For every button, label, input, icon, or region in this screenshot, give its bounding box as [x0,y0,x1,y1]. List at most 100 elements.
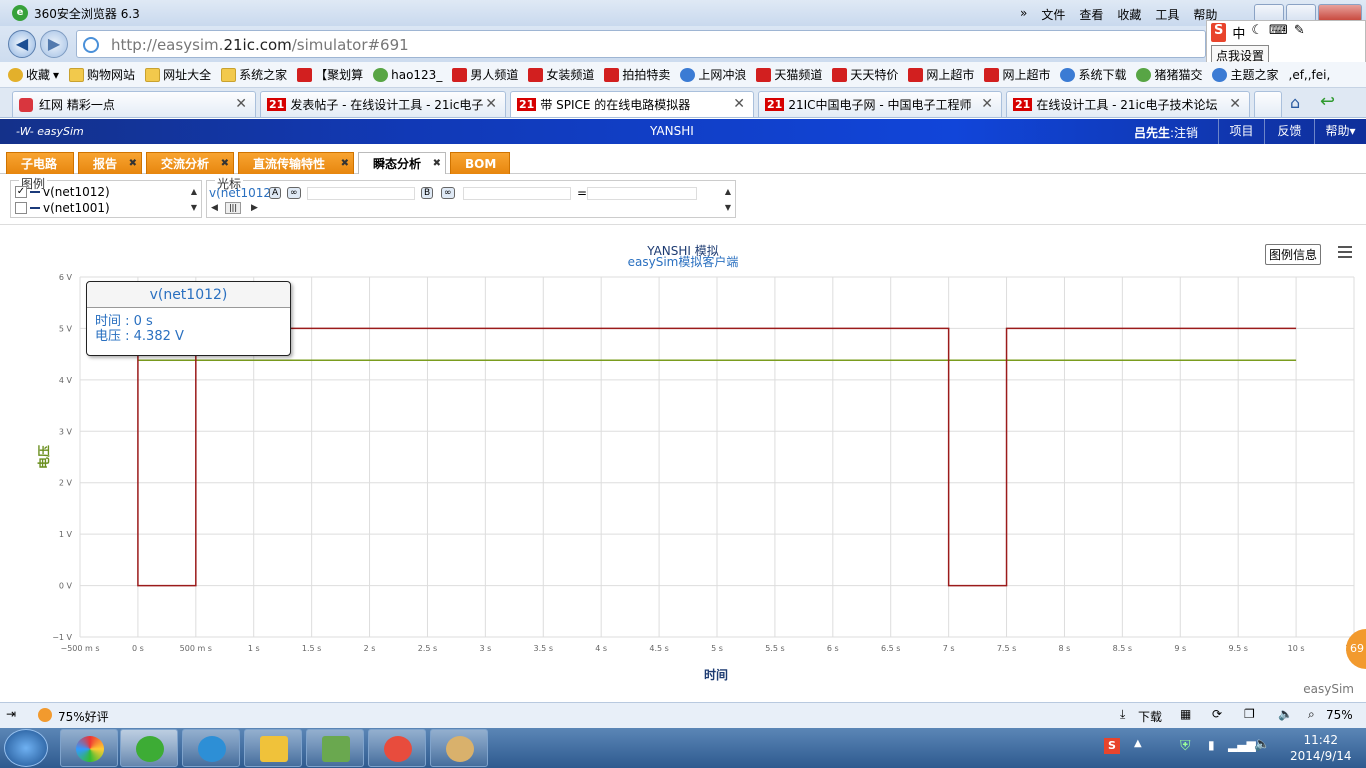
favorites-item[interactable]: 天猫频道 [756,66,822,83]
cursor-a-button[interactable]: A [269,187,282,199]
ime-keyboard-icon[interactable]: ⌨ [1269,23,1288,42]
chart-menu-icon[interactable] [1338,246,1352,258]
browser-tab[interactable]: 21 在线设计工具 - 21ic电子技术论坛 ✕ [1006,91,1250,117]
favorites-item[interactable]: 上网冲浪 [680,66,746,83]
scroll-down-icon[interactable]: ▼ [725,203,731,212]
favorites-item[interactable]: 猪猪猫交 [1136,66,1202,83]
zoom-level[interactable]: 75% [1326,708,1353,722]
favorites-item[interactable]: 购物网站 [69,66,135,83]
tab-report[interactable]: 报告 ✖ [78,152,142,174]
favorites-item[interactable]: 网上超市 [908,66,974,83]
cursor-a-link-icon[interactable]: ∞ [287,187,301,199]
volume-icon[interactable]: 🔈 [1278,707,1293,721]
menu-tools[interactable]: 工具 [1155,6,1179,23]
nav-projects[interactable]: 项目 [1218,119,1264,144]
favorites-item[interactable]: ,ef,,fei, [1289,68,1331,82]
scroll-right-icon[interactable]: ▶ [251,203,258,213]
scroll-left-icon[interactable]: ◀ [211,203,218,213]
refresh-icon[interactable]: ⟳ [1212,707,1222,721]
tab-close-icon[interactable]: ✕ [981,96,993,112]
taskbar-app[interactable] [60,729,118,767]
tab-dc-transfer[interactable]: 直流传输特性 ✖ [238,152,354,174]
favorites-item[interactable]: 【聚划算 [297,66,363,83]
scroll-down-icon[interactable]: ▼ [191,203,197,212]
ime-tray-icon[interactable]: S [1104,738,1120,754]
browser-tab[interactable]: 红网 精彩一点 ✕ [12,91,256,117]
menu-favorites[interactable]: 收藏 [1117,6,1141,23]
taskbar-app[interactable] [368,729,426,767]
back-button[interactable]: ◀ [8,30,36,58]
clock[interactable]: 11:42 2014/9/14 [1290,732,1352,764]
battery-icon[interactable]: ▮ [1208,738,1215,752]
favorites-item[interactable]: 男人频道 [452,66,518,83]
favorites-item[interactable]: 网上超市 [984,66,1050,83]
favorites-item[interactable]: 系统下载 [1060,66,1126,83]
start-button[interactable] [4,729,48,767]
menu-view[interactable]: 查看 [1079,6,1103,23]
legend-item[interactable]: v(net1001) [15,201,110,215]
ime-mode[interactable]: 中 [1232,23,1245,42]
download-icon[interactable]: ⤓ [1120,707,1125,722]
legend-info-button[interactable]: 图例信息 [1265,244,1322,265]
tab-transient-analysis[interactable]: 瞬态分析 ✖ [358,152,446,174]
scroll-up-icon[interactable]: ▲ [191,187,197,196]
browser-tab-active[interactable]: 21 带 SPICE 的在线电路模拟器 ✕ [510,91,754,117]
speaker-icon[interactable]: 🔈 [1254,737,1270,752]
nav-help[interactable]: 帮助▾ [1314,119,1366,144]
download-label[interactable]: 下载 [1138,708,1162,725]
favorites-item[interactable]: 网址大全 [145,66,211,83]
cursor-b-link-icon[interactable]: ∞ [441,187,455,199]
window-icon[interactable]: ❐ [1244,707,1255,721]
cursor-signal[interactable]: v(net1012 [209,186,271,200]
sidebar-toggle-icon[interactable]: ⇥ [6,707,16,721]
menu-more[interactable]: » [1020,6,1027,23]
zoom-icon[interactable]: ⌕ [1308,707,1315,722]
logout-link[interactable]: :注销 [1170,126,1198,140]
forward-button[interactable]: ▶ [40,30,68,58]
tab-close-icon[interactable]: ✖ [129,153,137,175]
legend-item[interactable]: ✓ v(net1012) [15,185,110,199]
cursor-b-button[interactable]: B [421,187,434,199]
menu-file[interactable]: 文件 [1041,6,1065,23]
tab-close-icon[interactable]: ✕ [733,96,745,112]
tab-close-icon[interactable]: ✖ [433,153,441,175]
taskbar-app[interactable] [182,729,240,767]
favorites-item[interactable]: 女装频道 [528,66,594,83]
tab-close-icon[interactable]: ✖ [221,153,229,175]
tray-expand-icon[interactable]: ▲ [1134,738,1142,749]
favorites-item[interactable]: 系统之家 [221,66,287,83]
tab-close-icon[interactable]: ✕ [485,96,497,112]
ime-logo-icon[interactable]: S [1211,23,1227,42]
ime-settings-icon[interactable]: ✎ [1294,23,1305,42]
scroll-thumb[interactable]: ||| [225,202,241,214]
taskbar-app[interactable] [430,729,488,767]
tab-subcircuit[interactable]: 子电路 [6,152,74,174]
favorites-item[interactable]: 主题之家 [1212,66,1279,83]
network-icon[interactable]: ▂▄▆ [1228,738,1256,752]
ime-toolbar[interactable]: S 中 ☾ ⌨ ✎ 点我设置 [1206,20,1366,66]
favorites-item[interactable]: hao123_ [373,67,442,82]
tab-close-icon[interactable]: ✕ [235,96,247,112]
browser-tab[interactable]: 21 发表帖子 - 在线设计工具 - 21ic电子 ✕ [260,91,506,117]
ime-moon-icon[interactable]: ☾ [1251,23,1263,42]
nav-feedback[interactable]: 反馈 [1264,119,1314,144]
home-icon[interactable]: ⌂ [1290,93,1300,112]
taskbar-app[interactable] [306,729,364,767]
favorites-item[interactable]: 拍拍特卖 [604,66,670,83]
cursor-a-value[interactable] [307,187,415,200]
tab-ac-analysis[interactable]: 交流分析 ✖ [146,152,234,174]
favorites-item[interactable]: 收藏 ▾ [8,66,59,83]
browser-tab[interactable]: 21 21IC中国电子网 - 中国电子工程师 ✕ [758,91,1002,117]
favorites-item[interactable]: 天天特价 [832,66,898,83]
legend-checkbox[interactable]: ✓ [15,186,27,198]
undo-icon[interactable]: ↩ [1320,91,1335,112]
security-tray-icon[interactable]: ⛨ [1180,738,1191,754]
rating-text[interactable]: 75%好评 [58,708,109,725]
url-field[interactable]: http://easysim.21ic.com/simulator#691 [76,30,1206,58]
taskbar-explorer[interactable] [244,729,302,767]
tab-close-icon[interactable]: ✖ [341,153,349,175]
tab-close-icon[interactable]: ✕ [1229,96,1241,112]
tab-bom[interactable]: BOM [450,152,510,174]
legend-checkbox[interactable] [15,202,27,214]
toolbar-icon[interactable]: ▦ [1180,707,1191,721]
